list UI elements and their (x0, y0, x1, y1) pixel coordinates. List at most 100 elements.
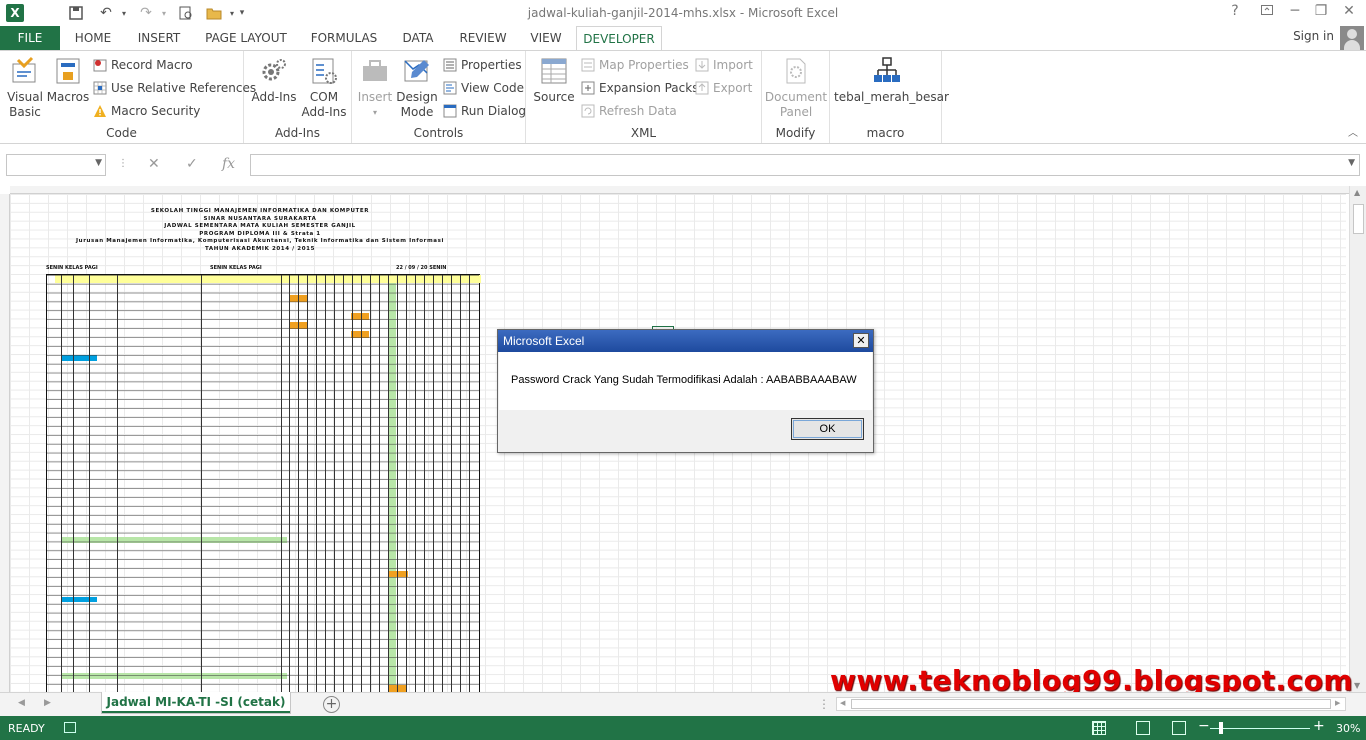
new-sheet-button[interactable]: + (323, 696, 340, 713)
collapse-ribbon-icon[interactable]: ︿ (1348, 124, 1358, 139)
schedule-head-left: SENIN KELAS PAGI (46, 265, 98, 271)
restore-button[interactable]: ❐ (1310, 3, 1332, 23)
document-panel-label: Document Panel (764, 90, 828, 119)
vertical-scroll-thumb[interactable] (1353, 204, 1364, 234)
macros-label: Macros (46, 90, 90, 104)
group-modify-label: Modify (775, 126, 816, 140)
tab-file[interactable]: FILE (0, 26, 60, 50)
column-headers[interactable] (10, 186, 1350, 194)
horizontal-scrollbar[interactable]: ◀ ▶ (836, 697, 1346, 711)
import-button[interactable]: Import (694, 55, 753, 75)
schedule-title-5: Jurusan Manajemen Informatika, Komputeri… (76, 238, 444, 244)
refresh-data-label: Refresh Data (599, 104, 677, 118)
formula-input[interactable]: ▼ (250, 154, 1360, 176)
page-layout-view-icon[interactable] (1136, 721, 1150, 735)
tab-page-layout[interactable]: PAGE LAYOUT (200, 26, 292, 50)
view-code-icon (442, 81, 458, 97)
schedule-title-1: SEKOLAH TINGGI MANAJEMEN INFORMATIKA DAN… (150, 208, 370, 214)
design-mode-button[interactable]: Design Mode (396, 55, 438, 120)
com-addins-icon (308, 55, 340, 87)
expansion-packs-button[interactable]: Expansion Packs (580, 78, 698, 98)
insert-control-label: Insert (357, 90, 393, 104)
expansion-packs-icon (580, 81, 596, 97)
tab-data[interactable]: DATA (396, 26, 440, 50)
tebal-merah-besar-button[interactable]: tebal_merah_besar (834, 55, 949, 105)
tebal-merah-besar-label: tebal_merah_besar (834, 90, 949, 104)
sheet-tab-active[interactable]: Jadwal MI-KA-TI -SI (cetak) (101, 692, 291, 714)
export-button[interactable]: Export (694, 78, 752, 98)
scroll-right-icon[interactable]: ▶ (1335, 699, 1340, 707)
macro-security-label: Macro Security (111, 104, 201, 118)
vertical-scrollbar[interactable]: ▲ ▼ (1349, 186, 1366, 692)
run-dialog-icon (442, 104, 458, 120)
dialog-title-bar[interactable]: Microsoft Excel ✕ (498, 330, 873, 352)
dialog-message: Password Crack Yang Sudah Termodifikasi … (511, 374, 857, 386)
close-button[interactable]: ✕ (1338, 3, 1360, 23)
schedule-title-4: PROGRAM DIPLOMA III & Strata 1 (199, 230, 321, 237)
document-panel-icon (780, 55, 812, 87)
gear-icon (258, 55, 290, 87)
addins-button[interactable]: Add-Ins (250, 55, 298, 105)
help-button[interactable]: ? (1224, 3, 1246, 23)
enter-icon[interactable]: ✓ (186, 156, 198, 172)
group-code-label: Code (106, 126, 137, 140)
design-mode-label: Design Mode (396, 90, 438, 119)
next-sheet-icon[interactable]: ▶ (44, 698, 51, 708)
sign-in-link[interactable]: Sign in (1293, 29, 1334, 43)
page-break-preview-icon[interactable] (1172, 721, 1186, 735)
insert-control-button[interactable]: Insert ▾ (354, 55, 396, 120)
tab-home[interactable]: HOME (68, 26, 118, 50)
sheet-tabs-bar: ◀ ▶ Jadwal MI-KA-TI -SI (cetak) + ⋮ ◀ ▶ (0, 692, 1366, 716)
scroll-up-icon[interactable]: ▲ (1354, 188, 1360, 197)
minimize-button[interactable]: ─ (1284, 3, 1306, 23)
use-relative-references-button[interactable]: Use Relative References (92, 78, 256, 98)
insert-function-icon[interactable]: fx (222, 156, 235, 172)
tab-formulas[interactable]: FORMULAS (306, 26, 382, 50)
view-code-button[interactable]: View Code (442, 78, 524, 98)
scroll-left-icon[interactable]: ◀ (840, 699, 845, 707)
macro-security-button[interactable]: Macro Security (92, 101, 200, 121)
zoom-out-button[interactable]: − (1198, 718, 1210, 734)
visual-basic-button[interactable]: Visual Basic (6, 55, 44, 120)
tab-review[interactable]: REVIEW (454, 26, 512, 50)
ribbon-display-icon[interactable] (1256, 3, 1278, 23)
macros-button[interactable]: Macros (46, 55, 90, 105)
document-panel-button[interactable]: Document Panel (764, 55, 828, 120)
toolbox-icon (359, 55, 391, 87)
refresh-data-button[interactable]: Refresh Data (580, 101, 677, 121)
tab-view[interactable]: VIEW (526, 26, 566, 50)
normal-view-icon[interactable] (1092, 721, 1106, 735)
dialog-body: Password Crack Yang Sudah Termodifikasi … (499, 352, 872, 410)
prev-sheet-icon[interactable]: ◀ (18, 698, 25, 708)
properties-button[interactable]: Properties (442, 55, 522, 75)
row-headers[interactable] (0, 194, 10, 692)
tab-split-icon[interactable]: ⋮ (818, 697, 830, 711)
addins-label: Add-Ins (251, 90, 297, 104)
name-box[interactable]: ▼ (6, 154, 106, 176)
export-icon (694, 81, 710, 97)
tab-insert[interactable]: INSERT (132, 26, 186, 50)
horizontal-scroll-thumb[interactable] (851, 699, 1331, 709)
map-properties-button[interactable]: Map Properties (580, 55, 689, 75)
ribbon: Visual Basic Macros Record Macro Use Rel… (0, 50, 1366, 144)
expand-formula-bar-icon[interactable]: ▼ (1348, 158, 1355, 168)
macro-recording-icon[interactable] (64, 722, 76, 733)
tab-developer[interactable]: DEVELOPER (576, 26, 662, 51)
zoom-slider-thumb[interactable] (1219, 722, 1223, 734)
avatar[interactable] (1340, 26, 1364, 50)
scroll-down-icon[interactable]: ▼ (1354, 681, 1360, 690)
refresh-icon (580, 104, 596, 120)
name-box-dropdown-icon[interactable]: ▼ (95, 158, 102, 168)
zoom-level[interactable]: 30% (1336, 722, 1360, 735)
design-mode-icon (401, 55, 433, 87)
zoom-in-button[interactable]: + (1313, 718, 1325, 734)
cancel-icon[interactable]: ✕ (148, 156, 160, 172)
source-button[interactable]: Source (532, 55, 576, 105)
zoom-slider[interactable] (1210, 728, 1310, 729)
ok-button[interactable]: OK (791, 418, 864, 440)
com-addins-button[interactable]: COM Add-Ins (300, 55, 348, 120)
run-dialog-button[interactable]: Run Dialog (442, 101, 526, 121)
dialog-close-button[interactable]: ✕ (853, 333, 869, 348)
record-macro-button[interactable]: Record Macro (92, 55, 193, 75)
schedule-head-mid: SENIN KELAS PAGI (210, 265, 262, 271)
